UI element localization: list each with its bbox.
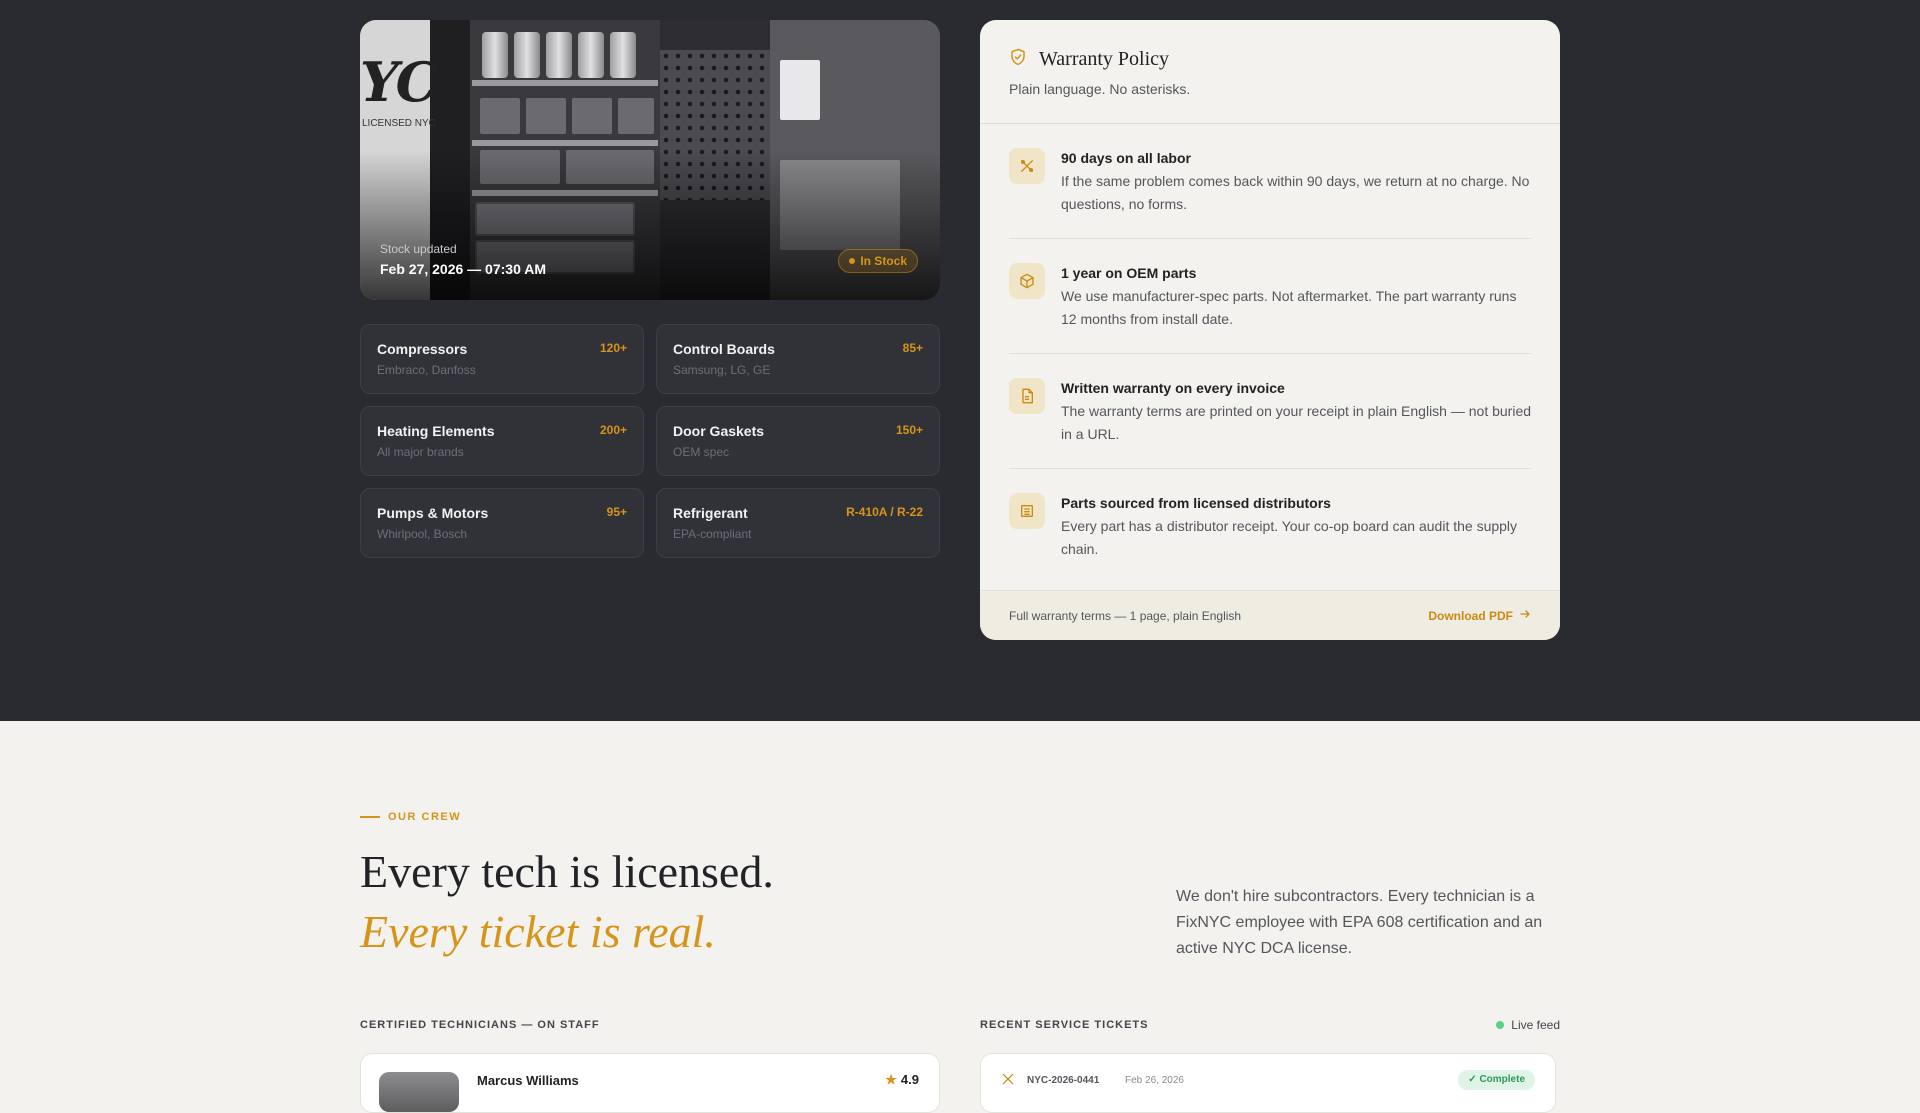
- warranty-item-text: The warranty terms are printed on your r…: [1061, 403, 1532, 442]
- shelf: [472, 140, 658, 146]
- part-brands: EPA-compliant: [673, 527, 752, 541]
- stock-updated-date: Feb 27, 2026 — 07:30 AM: [380, 261, 547, 277]
- arrow-right-icon: [1519, 608, 1531, 623]
- warranty-header: Warranty Policy Plain language. No aster…: [980, 20, 1560, 124]
- building-icon: [1009, 493, 1045, 529]
- live-feed-indicator: Live feed: [1496, 1018, 1560, 1032]
- shield-check-icon: [1009, 48, 1027, 71]
- parts-jar: [482, 32, 508, 78]
- live-feed-label: Live feed: [1511, 1018, 1560, 1032]
- part-card-heating-elements[interactable]: Heating Elements All major brands 200+: [360, 406, 644, 476]
- status-dot-icon: [849, 258, 856, 264]
- parts-jar: [546, 32, 572, 78]
- parts-jar: [610, 32, 636, 78]
- part-brands: Whirlpool, Bosch: [377, 527, 468, 541]
- warranty-item-title: 1 year on OEM parts: [1061, 265, 1197, 281]
- parts-bin: [572, 98, 612, 134]
- tablet: [780, 60, 820, 120]
- parts-jar: [514, 32, 540, 78]
- warranty-item-text: If the same problem comes back within 90…: [1061, 173, 1530, 212]
- parts-bin: [618, 98, 654, 134]
- eyebrow-rule: [360, 816, 380, 818]
- part-card-refrigerant[interactable]: Refrigerant EPA-compliant R-410A / R-22: [656, 488, 940, 558]
- part-count: 200+: [599, 423, 627, 437]
- part-name: Pumps & Motors: [377, 505, 489, 521]
- warranty-footer: Full warranty terms — 1 page, plain Engl…: [980, 590, 1560, 640]
- part-card-pumps-motors[interactable]: Pumps & Motors Whirlpool, Bosch 95+: [360, 488, 644, 558]
- shelf: [472, 80, 658, 86]
- ticket-status-badge: ✓ Complete: [1458, 1070, 1535, 1090]
- part-count: 150+: [895, 423, 923, 437]
- inventory-section: YC LICENSED NYC Stock updated Feb 27, 20…: [0, 0, 1920, 721]
- part-card-compressors[interactable]: Compressors Embraco, Danfoss 120+: [360, 324, 644, 394]
- warranty-item: Written warranty on every invoice The wa…: [1009, 354, 1531, 469]
- inventory-photo: YC LICENSED NYC Stock updated Feb 27, 20…: [360, 20, 940, 300]
- part-name: Control Boards: [673, 341, 775, 357]
- tools-icon: [1009, 148, 1045, 184]
- part-brands: All major brands: [377, 445, 464, 459]
- part-count: 120+: [599, 341, 627, 355]
- tickets-label: RECENT SERVICE TICKETS: [980, 1019, 1149, 1031]
- service-ticket-card[interactable]: NYC-2026-0441 Feb 26, 2026 ✓ Complete: [980, 1053, 1556, 1113]
- warranty-item-title: Parts sourced from licensed distributors: [1061, 495, 1331, 511]
- live-dot-icon: [1496, 1021, 1505, 1029]
- technician-rating: ★ 4.9: [885, 1072, 919, 1088]
- crew-headline: Every tech is licensed.: [360, 846, 774, 897]
- download-pdf-label: Download PDF: [1428, 608, 1513, 623]
- warranty-item: Parts sourced from licensed distributors…: [1009, 469, 1531, 583]
- warranty-item: 1 year on OEM parts We use manufacturer-…: [1009, 239, 1531, 354]
- in-stock-label: In Stock: [860, 254, 907, 268]
- part-count: 85+: [902, 341, 923, 355]
- part-count: 95+: [606, 505, 627, 519]
- warranty-item-text: Every part has a distributor receipt. Yo…: [1061, 518, 1518, 557]
- technician-name: Marcus Williams: [477, 1073, 579, 1088]
- warranty-item-title: 90 days on all labor: [1061, 150, 1191, 166]
- technician-card[interactable]: Marcus Williams ★ 4.9: [360, 1053, 940, 1113]
- part-card-door-gaskets[interactable]: Door Gaskets OEM spec 150+: [656, 406, 940, 476]
- warranty-item-text: We use manufacturer-spec parts. Not afte…: [1061, 288, 1517, 327]
- section-eyebrow: OUR CREW: [360, 811, 461, 823]
- eyebrow-label: OUR CREW: [388, 811, 462, 823]
- part-brands: OEM spec: [673, 445, 730, 459]
- document-icon: [1009, 378, 1045, 414]
- part-name: Heating Elements: [377, 423, 495, 439]
- part-card-control-boards[interactable]: Control Boards Samsung, LG, GE 85+: [656, 324, 940, 394]
- photo-overlay: [360, 150, 940, 300]
- ticket-date: Feb 26, 2026: [1125, 1075, 1184, 1086]
- tools-icon: [1001, 1072, 1015, 1091]
- part-name: Door Gaskets: [673, 423, 765, 439]
- box-icon: [1009, 263, 1045, 299]
- in-stock-badge: In Stock: [838, 249, 918, 273]
- avatar: [379, 1072, 459, 1112]
- van-logo-subtext: LICENSED NYC: [362, 118, 436, 129]
- warranty-title: Warranty Policy: [1039, 48, 1170, 70]
- parts-bin: [526, 98, 566, 134]
- warranty-item: 90 days on all labor If the same problem…: [1009, 124, 1531, 239]
- crew-description: We don't hire subcontractors. Every tech…: [1176, 888, 1543, 957]
- part-count: R-410A / R-22: [846, 505, 923, 519]
- warranty-list: 90 days on all labor If the same problem…: [980, 124, 1560, 583]
- crew-headline-accent: Every ticket is real.: [360, 906, 716, 957]
- parts-grid: Compressors Embraco, Danfoss 120+ Contro…: [360, 324, 940, 558]
- part-brands: Embraco, Danfoss: [377, 363, 476, 377]
- parts-jar: [578, 32, 604, 78]
- warranty-footer-text: Full warranty terms — 1 page, plain Engl…: [1009, 608, 1242, 623]
- van-logo-text: YC: [360, 50, 439, 114]
- part-name: Compressors: [377, 341, 468, 357]
- warranty-subtitle: Plain language. No asterisks.: [1009, 81, 1191, 97]
- warranty-card: Warranty Policy Plain language. No aster…: [980, 20, 1560, 640]
- technicians-label: CERTIFIED TECHNICIANS — ON STAFF: [360, 1019, 600, 1031]
- download-pdf-link[interactable]: Download PDF: [1428, 608, 1531, 623]
- parts-bin: [480, 98, 520, 134]
- part-brands: Samsung, LG, GE: [673, 363, 771, 377]
- ticket-id: NYC-2026-0441: [1027, 1075, 1100, 1086]
- warranty-item-title: Written warranty on every invoice: [1061, 380, 1285, 396]
- stock-updated-label: Stock updated: [380, 242, 457, 256]
